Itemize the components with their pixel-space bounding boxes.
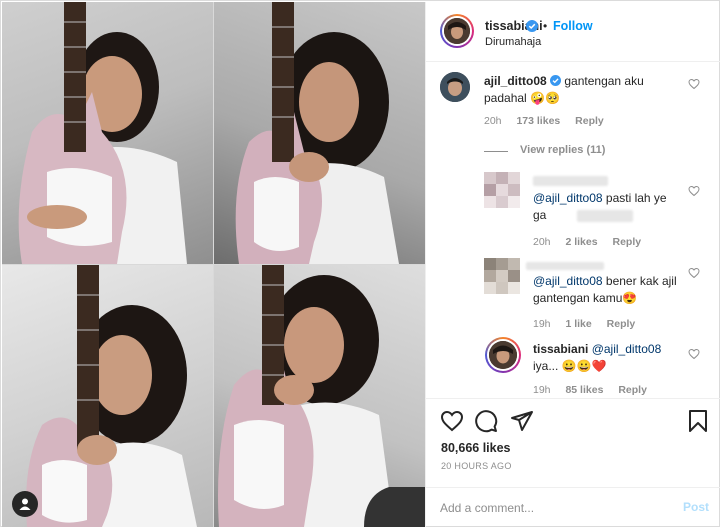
reply-button[interactable]: Reply bbox=[618, 384, 647, 396]
comment-meta: 20h 173 likes Reply bbox=[484, 115, 616, 127]
commenter-avatar-blurred[interactable] bbox=[484, 258, 520, 294]
like-comment-heart-icon[interactable] bbox=[688, 348, 700, 360]
share-icon[interactable] bbox=[510, 409, 534, 433]
author-avatar[interactable] bbox=[440, 14, 474, 48]
reply-button[interactable]: Reply bbox=[613, 236, 642, 248]
instagram-post-window: tissabiani • Follow Dirumahaja ajil_ditt… bbox=[0, 0, 720, 527]
comment-meta: 20h 2 likes Reply bbox=[533, 236, 653, 248]
verified-badge-icon bbox=[550, 75, 562, 86]
verified-badge-icon bbox=[526, 20, 538, 32]
post-sidebar: tissabiani • Follow Dirumahaja ajil_ditt… bbox=[425, 2, 720, 527]
post-likes-count[interactable]: 80,666 likes bbox=[441, 441, 511, 455]
comment-username[interactable]: ajil_ditto08 bbox=[484, 74, 547, 88]
replies-line bbox=[484, 151, 508, 152]
comment-likes[interactable]: 2 likes bbox=[565, 236, 597, 248]
comment-mention[interactable]: @ajil_ditto08 bbox=[592, 342, 662, 356]
comment-likes[interactable]: 1 like bbox=[565, 318, 591, 330]
blurred-username bbox=[533, 176, 608, 186]
comment-text: iya... 😀😀❤️ bbox=[533, 359, 607, 373]
comment-body: tissabiani @ajil_ditto08 iya... 😀😀❤️ bbox=[533, 341, 688, 375]
commenter-avatar[interactable] bbox=[440, 72, 470, 102]
like-comment-heart-icon[interactable] bbox=[688, 78, 700, 90]
comment-time[interactable]: 20h bbox=[533, 236, 551, 248]
post-location[interactable]: Dirumahaja bbox=[485, 36, 541, 48]
photo-tile-1 bbox=[2, 2, 213, 264]
add-comment-bar: Post bbox=[426, 487, 720, 527]
reply-button[interactable]: Reply bbox=[575, 115, 604, 127]
comment-likes[interactable]: 85 likes bbox=[565, 384, 603, 396]
comment-mention[interactable]: @ajil_ditto08 bbox=[533, 274, 603, 288]
photo-tile-4 bbox=[214, 265, 425, 527]
like-comment-heart-icon[interactable] bbox=[688, 267, 700, 279]
comment-username[interactable]: tissabiani bbox=[533, 342, 588, 356]
tagged-user-icon[interactable] bbox=[12, 491, 38, 517]
comment-meta: 19h 1 like Reply bbox=[533, 318, 647, 330]
photo-tile-2 bbox=[214, 2, 425, 264]
photo-tile-3 bbox=[2, 265, 213, 527]
blurred-username bbox=[526, 262, 604, 270]
heart-icon[interactable] bbox=[440, 409, 464, 433]
post-photo[interactable] bbox=[2, 2, 425, 527]
commenter-avatar-blurred[interactable] bbox=[484, 172, 520, 208]
comment-mention[interactable]: @ajil_ditto08 bbox=[533, 191, 603, 205]
bookmark-icon[interactable] bbox=[686, 409, 710, 433]
comment-icon[interactable] bbox=[474, 409, 498, 433]
reply-button[interactable]: Reply bbox=[607, 318, 636, 330]
add-comment-input[interactable] bbox=[440, 498, 660, 518]
post-header: tissabiani • Follow Dirumahaja bbox=[426, 2, 720, 62]
comment-time[interactable]: 19h bbox=[533, 384, 551, 396]
comment-likes[interactable]: 173 likes bbox=[516, 115, 560, 127]
post-comment-button[interactable]: Post bbox=[683, 500, 709, 514]
like-comment-heart-icon[interactable] bbox=[688, 185, 700, 197]
comment-time[interactable]: 20h bbox=[484, 115, 502, 127]
comment-meta: 19h 85 likes Reply bbox=[533, 384, 659, 396]
post-actions: 80,666 likes 20 HOURS AGO bbox=[426, 398, 720, 471]
comment-body: ajil_ditto08 gantengan aku padahal 🤪🥺 bbox=[484, 73, 689, 107]
follow-button[interactable]: Follow bbox=[553, 19, 593, 33]
comments-list: ajil_ditto08 gantengan aku padahal 🤪🥺 20… bbox=[426, 62, 720, 398]
commenter-avatar[interactable] bbox=[485, 337, 521, 373]
blurred-text bbox=[577, 210, 633, 222]
post-timestamp[interactable]: 20 HOURS AGO bbox=[441, 461, 512, 471]
comment-body: @ajil_ditto08 bener kak ajil gantengan k… bbox=[533, 273, 688, 307]
view-replies-button[interactable]: View replies (11) bbox=[520, 144, 605, 156]
separator-dot: • bbox=[543, 19, 548, 33]
comment-time[interactable]: 19h bbox=[533, 318, 551, 330]
user-silhouette-icon bbox=[19, 498, 31, 510]
